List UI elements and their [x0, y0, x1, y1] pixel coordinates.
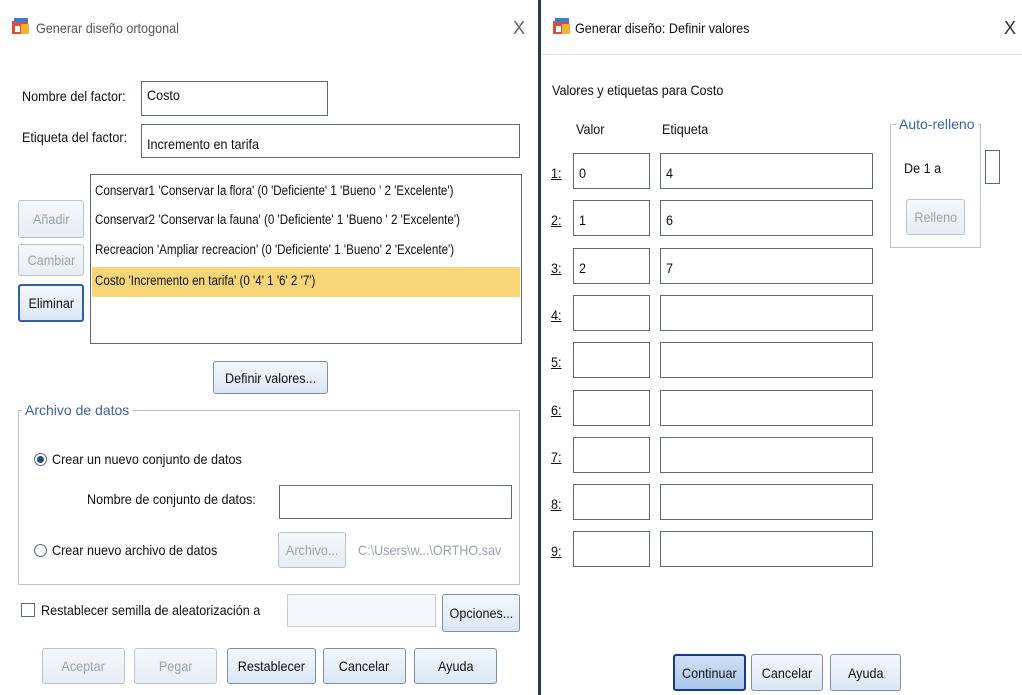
- label-text: 7: [666, 260, 674, 276]
- reset-seed-checkbox[interactable]: [21, 603, 35, 617]
- fill-button[interactable]: Relleno: [906, 199, 965, 235]
- value-input[interactable]: 2: [573, 248, 650, 284]
- label-input[interactable]: [660, 295, 873, 331]
- remove-button[interactable]: Eliminar: [18, 284, 84, 322]
- file-path: C:\Users\w...\ORTHO.sav: [358, 542, 502, 558]
- row-number: 7:: [551, 449, 562, 465]
- list-item[interactable]: Conservar1 'Conservar la flora' (0 'Defi…: [95, 183, 453, 198]
- row-number: 4:: [551, 307, 562, 323]
- left-dialog-title: Generar diseño ortogonal: [36, 20, 179, 36]
- factor-label-input[interactable]: Incremento en tarifa: [141, 124, 520, 158]
- define-values-button[interactable]: Definir valores...: [213, 361, 328, 394]
- change-button[interactable]: Cambiar: [18, 244, 84, 276]
- list-item-selected[interactable]: Costo 'Incremento en tarifa' (0 '4' 1 '6…: [92, 267, 520, 297]
- label-input[interactable]: [660, 390, 873, 426]
- factor-name-value: Costo: [147, 87, 180, 103]
- factor-name-label: Nombre del factor:: [22, 88, 126, 104]
- spss-dialog-icon: [12, 18, 29, 34]
- right-dialog-title: Generar diseño: Definir valores: [575, 20, 750, 36]
- row-number: 5:: [551, 354, 562, 370]
- list-item-text: Costo 'Incremento en tarifa' (0 '4' 1 '6…: [95, 273, 316, 288]
- close-icon[interactable]: X: [513, 18, 525, 39]
- value-text: 0: [579, 165, 587, 181]
- ok-button[interactable]: Aceptar: [42, 648, 125, 684]
- help-button[interactable]: Ayuda: [830, 654, 901, 691]
- list-item[interactable]: Recreacion 'Ampliar recreacion' (0 'Defi…: [95, 242, 454, 257]
- add-button[interactable]: Añadir: [18, 200, 84, 238]
- radio-new-file[interactable]: [34, 544, 47, 557]
- file-button[interactable]: Archivo...: [278, 532, 346, 568]
- row-number: 3:: [551, 260, 562, 276]
- column-header-value: Valor: [576, 121, 605, 137]
- factor-list[interactable]: Conservar1 'Conservar la flora' (0 'Defi…: [90, 174, 522, 344]
- reset-button[interactable]: Restablecer: [227, 648, 316, 684]
- right-title-bar: Generar diseño: Definir valores X: [541, 0, 1022, 50]
- factor-label-value: Incremento en tarifa: [147, 136, 260, 152]
- value-input[interactable]: [573, 295, 650, 331]
- column-header-label: Etiqueta: [662, 121, 709, 137]
- label-input[interactable]: [660, 342, 873, 378]
- label-text: 6: [666, 212, 674, 228]
- help-button[interactable]: Ayuda: [414, 648, 497, 684]
- label-input[interactable]: 7: [660, 248, 873, 284]
- data-file-group-label: Archivo de datos: [22, 402, 133, 418]
- autofill-to-input[interactable]: [985, 150, 1000, 184]
- autofill-from-label: De 1 a: [904, 160, 942, 176]
- options-button[interactable]: Opciones...: [442, 594, 520, 632]
- left-title-bar: Generar diseño ortogonal X: [0, 0, 538, 50]
- value-input[interactable]: [573, 437, 650, 473]
- value-input[interactable]: [573, 531, 650, 567]
- value-input[interactable]: 0: [573, 153, 650, 189]
- define-values-dialog: Generar diseño: Definir valores X Valore…: [541, 0, 1022, 695]
- value-input[interactable]: [573, 484, 650, 520]
- value-text: 2: [579, 260, 587, 276]
- dataset-name-label: Nombre de conjunto de datos:: [87, 491, 256, 507]
- label-input[interactable]: [660, 437, 873, 473]
- row-number: 6:: [551, 402, 562, 418]
- orthogonal-design-dialog: Generar diseño ortogonal X Nombre del fa…: [0, 0, 538, 695]
- paste-button[interactable]: Pegar: [134, 648, 217, 684]
- list-item[interactable]: Conservar2 'Conservar la fauna' (0 'Defi…: [95, 212, 460, 227]
- value-input[interactable]: [573, 390, 650, 426]
- row-number: 8:: [551, 496, 562, 512]
- close-icon[interactable]: X: [1004, 18, 1016, 39]
- factor-name-input[interactable]: Costo: [141, 81, 328, 116]
- radio-new-file-label[interactable]: Crear nuevo archivo de datos: [52, 542, 217, 558]
- reset-seed-label[interactable]: Restablecer semilla de aleatorización a: [41, 602, 260, 618]
- label-input[interactable]: [660, 531, 873, 567]
- radio-new-dataset[interactable]: [34, 453, 47, 466]
- radio-new-dataset-label[interactable]: Crear un nuevo conjunto de datos: [52, 451, 242, 467]
- spss-dialog-icon: [553, 18, 570, 34]
- row-number: 1:: [551, 165, 562, 181]
- value-input[interactable]: 1: [573, 200, 650, 236]
- continue-button[interactable]: Continuar: [673, 654, 746, 691]
- title-separator: [541, 54, 1022, 55]
- cancel-button[interactable]: Cancelar: [323, 648, 406, 684]
- label-input[interactable]: [660, 484, 873, 520]
- row-number: 2:: [551, 212, 562, 228]
- section-title: Valores y etiquetas para Costo: [552, 82, 724, 98]
- label-input[interactable]: 6: [660, 200, 873, 236]
- label-input[interactable]: 4: [660, 153, 873, 189]
- row-number: 9:: [551, 543, 562, 559]
- factor-label-label: Etiqueta del factor:: [22, 129, 128, 145]
- autofill-group-label: Auto-relleno: [896, 116, 978, 132]
- value-input[interactable]: [573, 342, 650, 378]
- cancel-button[interactable]: Cancelar: [751, 654, 823, 691]
- label-text: 4: [666, 165, 674, 181]
- seed-input[interactable]: [287, 594, 436, 627]
- dataset-name-input[interactable]: [279, 485, 512, 519]
- value-text: 1: [579, 212, 587, 228]
